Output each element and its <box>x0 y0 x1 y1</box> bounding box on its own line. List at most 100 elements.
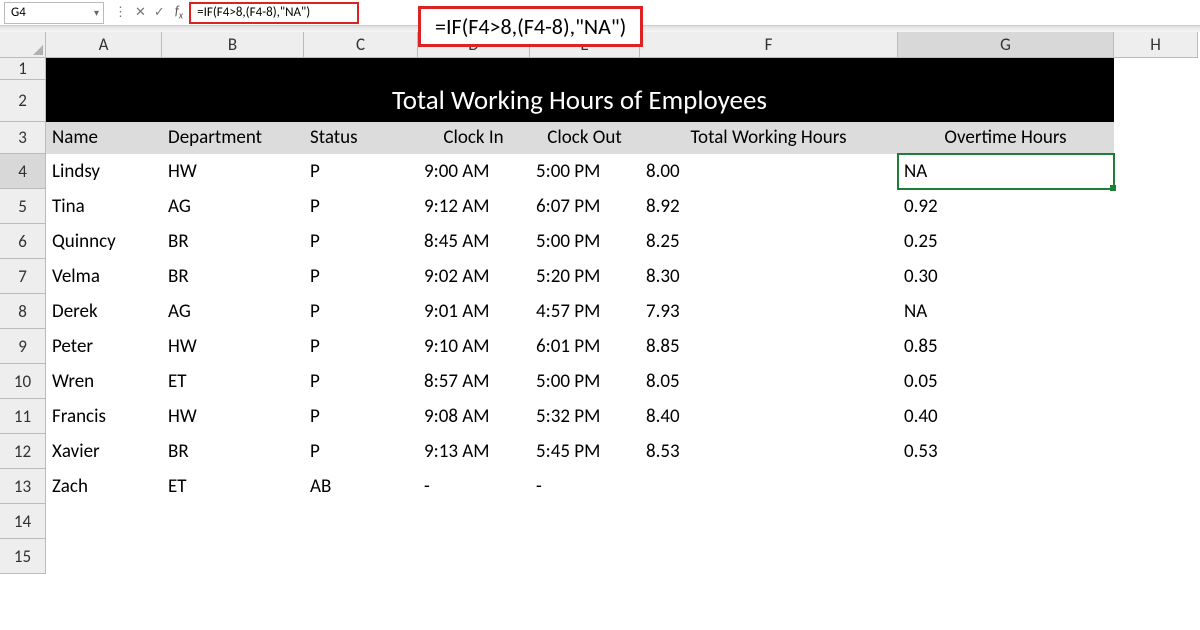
cell[interactable]: 8.53 <box>640 434 898 469</box>
cell[interactable]: Peter <box>46 329 162 364</box>
formula-input[interactable]: =IF(F4>8,(F4-8),"NA") <box>189 2 359 24</box>
cell[interactable]: Xavier <box>46 434 162 469</box>
cell[interactable]: 8.40 <box>640 399 898 434</box>
cell[interactable]: 6:07 PM <box>530 189 640 224</box>
cell[interactable]: - <box>418 469 530 504</box>
cell[interactable]: 0.25 <box>898 224 1114 259</box>
col-header-H[interactable]: H <box>1114 32 1198 58</box>
fx-icon[interactable]: fx <box>169 4 187 22</box>
cell[interactable]: Tina <box>46 189 162 224</box>
cell[interactable]: 5:32 PM <box>530 399 640 434</box>
cell[interactable]: 9:01 AM <box>418 294 530 329</box>
spreadsheet-grid[interactable]: A B C D E F G H 1 2 Total Working Hours … <box>0 32 1200 574</box>
row-header-8[interactable]: 8 <box>0 294 46 329</box>
cell[interactable]: BR <box>162 224 304 259</box>
cell[interactable]: P <box>304 399 418 434</box>
cell[interactable]: ET <box>162 364 304 399</box>
cell[interactable]: - <box>530 469 640 504</box>
cell[interactable]: 8.05 <box>640 364 898 399</box>
cell[interactable]: 9:02 AM <box>418 259 530 294</box>
cell[interactable] <box>1114 224 1198 259</box>
name-box[interactable]: G4 ▾ <box>4 2 104 24</box>
cell[interactable]: 7.93 <box>640 294 898 329</box>
active-cell[interactable]: NA <box>898 154 1114 189</box>
cell[interactable]: 9:12 AM <box>418 189 530 224</box>
row-header-10[interactable]: 10 <box>0 364 46 399</box>
cell[interactable]: Derek <box>46 294 162 329</box>
cell[interactable] <box>1114 399 1198 434</box>
col-header-C[interactable]: C <box>304 32 418 58</box>
cell[interactable]: Francis <box>46 399 162 434</box>
cell[interactable] <box>640 504 898 539</box>
cell[interactable] <box>640 539 898 574</box>
cell[interactable] <box>1114 294 1198 329</box>
cell[interactable]: BR <box>162 434 304 469</box>
cell[interactable]: Velma <box>46 259 162 294</box>
cell[interactable] <box>418 504 530 539</box>
cell[interactable] <box>1114 469 1198 504</box>
cell[interactable]: 9:00 AM <box>418 154 530 189</box>
cell[interactable]: P <box>304 434 418 469</box>
row-header-5[interactable]: 5 <box>0 189 46 224</box>
cell[interactable] <box>46 504 162 539</box>
cell[interactable]: Lindsy <box>46 154 162 189</box>
cell[interactable]: 5:20 PM <box>530 259 640 294</box>
cell[interactable]: 5:00 PM <box>530 364 640 399</box>
cell[interactable] <box>1114 154 1198 189</box>
row-header-12[interactable]: 12 <box>0 434 46 469</box>
cell[interactable]: 5:00 PM <box>530 224 640 259</box>
col-header-G[interactable]: G <box>898 32 1114 58</box>
col-header-F[interactable]: F <box>640 32 898 58</box>
cell[interactable]: 8:57 AM <box>418 364 530 399</box>
cell[interactable]: 8.85 <box>640 329 898 364</box>
cell[interactable]: 0.85 <box>898 329 1114 364</box>
cell[interactable]: P <box>304 154 418 189</box>
row-header-1[interactable]: 1 <box>0 58 46 80</box>
cell[interactable]: BR <box>162 259 304 294</box>
cell[interactable] <box>1114 539 1198 574</box>
cell[interactable]: 5:45 PM <box>530 434 640 469</box>
cell[interactable]: AG <box>162 294 304 329</box>
cell[interactable] <box>898 504 1114 539</box>
cell[interactable] <box>304 504 418 539</box>
cell[interactable]: Wren <box>46 364 162 399</box>
cell[interactable] <box>1114 364 1198 399</box>
cell[interactable]: P <box>304 294 418 329</box>
cell[interactable]: 8:45 AM <box>418 224 530 259</box>
cell[interactable]: Quinncy <box>46 224 162 259</box>
cell[interactable]: P <box>304 259 418 294</box>
cell[interactable]: HW <box>162 154 304 189</box>
cell[interactable]: 9:08 AM <box>418 399 530 434</box>
cell[interactable]: 9:13 AM <box>418 434 530 469</box>
cell[interactable]: HW <box>162 399 304 434</box>
cell[interactable]: 0.92 <box>898 189 1114 224</box>
cell[interactable]: 0.05 <box>898 364 1114 399</box>
cell[interactable]: 4:57 PM <box>530 294 640 329</box>
cell[interactable]: 0.30 <box>898 259 1114 294</box>
chevron-down-icon[interactable]: ▾ <box>94 6 99 19</box>
cell[interactable]: 0.40 <box>898 399 1114 434</box>
cell[interactable]: 5:00 PM <box>530 154 640 189</box>
cell[interactable]: AB <box>304 469 418 504</box>
row-header-7[interactable]: 7 <box>0 259 46 294</box>
cell[interactable]: P <box>304 329 418 364</box>
cell[interactable] <box>898 539 1114 574</box>
row-header-15[interactable]: 15 <box>0 539 46 574</box>
row-header-3[interactable]: 3 <box>0 122 46 154</box>
cell[interactable] <box>162 539 304 574</box>
cell[interactable] <box>1114 259 1198 294</box>
cell[interactable] <box>46 539 162 574</box>
row-header-14[interactable]: 14 <box>0 504 46 539</box>
cell[interactable]: 6:01 PM <box>530 329 640 364</box>
cell[interactable]: AG <box>162 189 304 224</box>
cell[interactable] <box>1114 189 1198 224</box>
row-header-6[interactable]: 6 <box>0 224 46 259</box>
cell[interactable]: P <box>304 189 418 224</box>
cell[interactable]: 8.00 <box>640 154 898 189</box>
confirm-icon[interactable]: ✓ <box>150 5 169 20</box>
row-header-11[interactable]: 11 <box>0 399 46 434</box>
cell[interactable] <box>1114 434 1198 469</box>
cell[interactable] <box>898 469 1114 504</box>
cell[interactable]: 8.25 <box>640 224 898 259</box>
cell[interactable]: 8.30 <box>640 259 898 294</box>
